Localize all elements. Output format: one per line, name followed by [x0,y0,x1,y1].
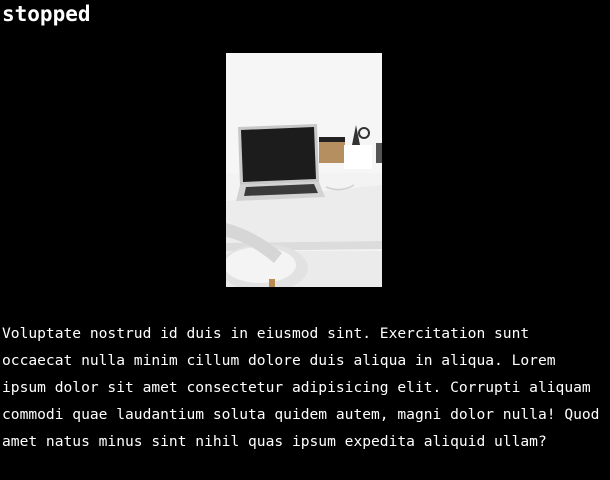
desk-laptop-image [226,53,382,287]
status-heading: stopped [2,2,91,26]
body-paragraph: Voluptate nostrud id duis in eiusmod sin… [2,325,600,450]
desk-laptop-illustration [226,53,382,287]
